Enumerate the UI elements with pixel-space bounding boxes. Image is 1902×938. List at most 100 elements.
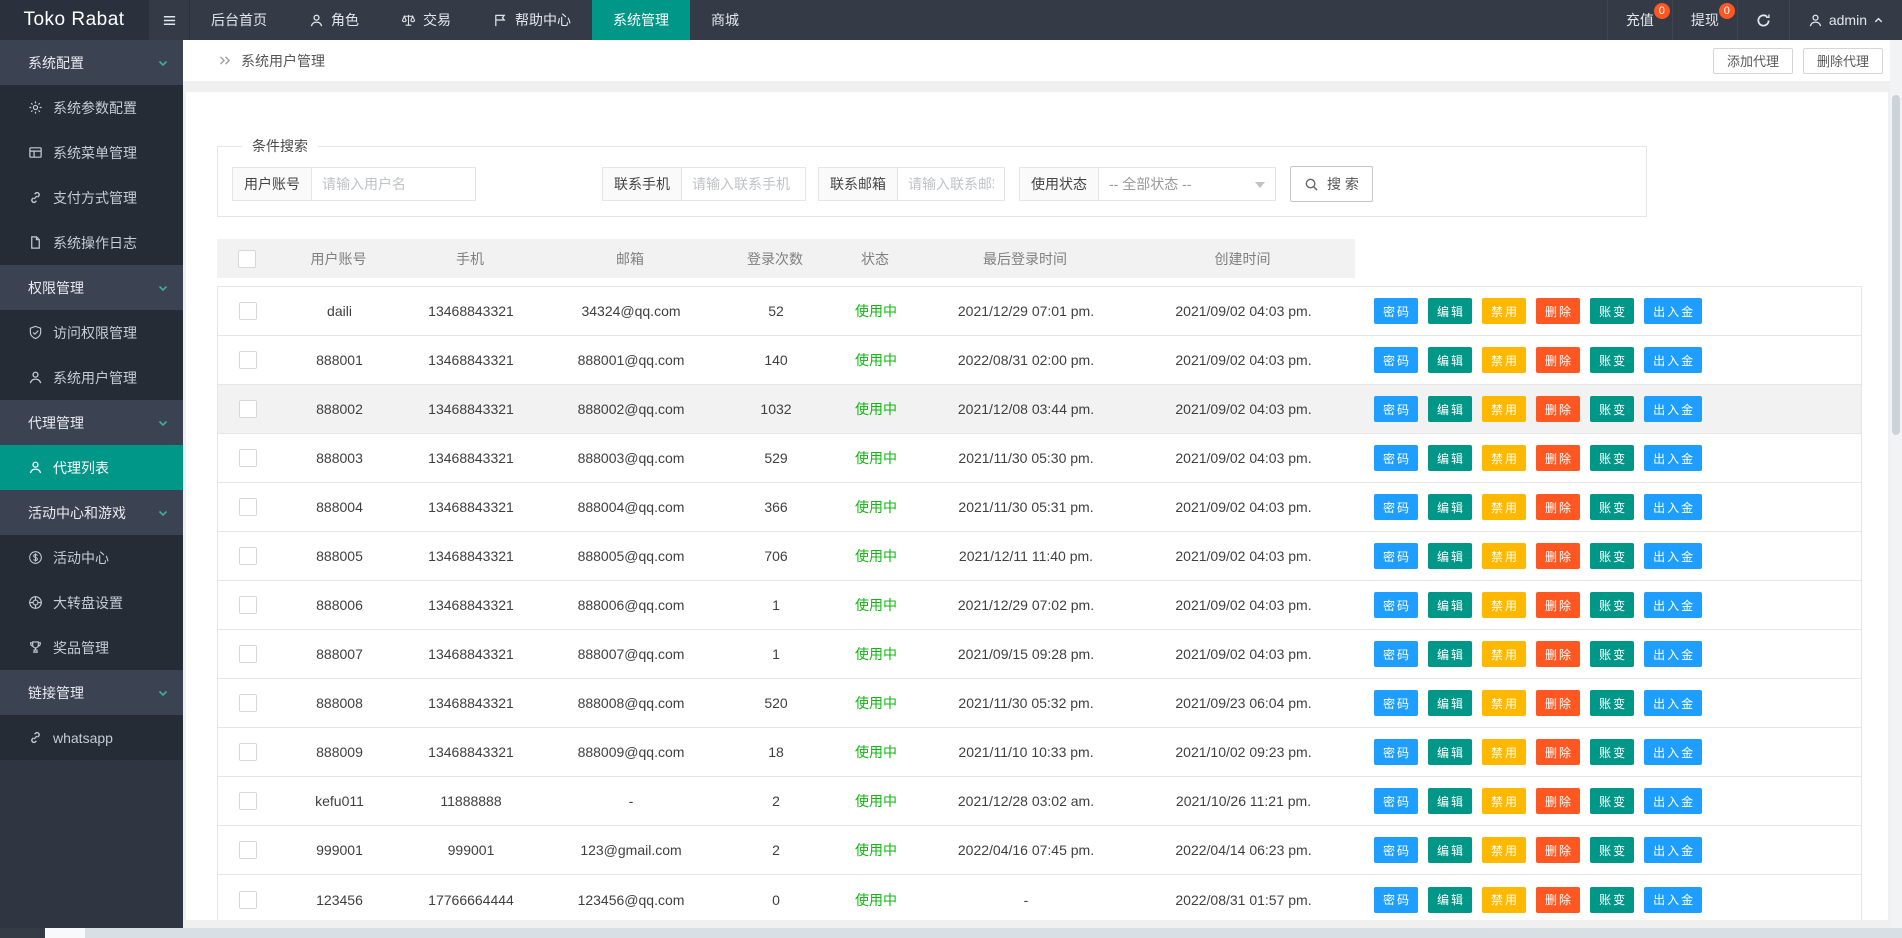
- deposit-withdraw-button[interactable]: 出入金: [1644, 396, 1702, 422]
- edit-button[interactable]: 编辑: [1428, 494, 1472, 520]
- balance-change-button[interactable]: 账变: [1590, 690, 1634, 716]
- sidebar-item-wheel-settings[interactable]: 大转盘设置: [0, 580, 183, 625]
- sidebar-item-activity-center[interactable]: 活动中心: [0, 535, 183, 580]
- deposit-withdraw-button[interactable]: 出入金: [1644, 347, 1702, 373]
- password-button[interactable]: 密码: [1374, 690, 1418, 716]
- sidebar-item-agent-list[interactable]: 代理列表: [0, 445, 183, 490]
- email-input[interactable]: [897, 167, 1005, 201]
- balance-change-button[interactable]: 账变: [1590, 739, 1634, 765]
- balance-change-button[interactable]: 账变: [1590, 396, 1634, 422]
- disable-button[interactable]: 禁用: [1482, 396, 1526, 422]
- password-button[interactable]: 密码: [1374, 543, 1418, 569]
- delete-button[interactable]: 删除: [1536, 837, 1580, 863]
- vertical-scrollbar-thumb[interactable]: [1892, 95, 1900, 435]
- sidebar-item-pay-methods[interactable]: 支付方式管理: [0, 175, 183, 220]
- password-button[interactable]: 密码: [1374, 347, 1418, 373]
- delete-button[interactable]: 删除: [1536, 298, 1580, 324]
- account-input[interactable]: [311, 167, 476, 201]
- disable-button[interactable]: 禁用: [1482, 837, 1526, 863]
- delete-button[interactable]: 删除: [1536, 592, 1580, 618]
- delete-button[interactable]: 删除: [1536, 396, 1580, 422]
- row-checkbox[interactable]: [239, 743, 257, 761]
- balance-change-button[interactable]: 账变: [1590, 494, 1634, 520]
- disable-button[interactable]: 禁用: [1482, 543, 1526, 569]
- status-select[interactable]: -- 全部状态 --: [1098, 167, 1276, 201]
- deposit-withdraw-button[interactable]: 出入金: [1644, 592, 1702, 618]
- edit-button[interactable]: 编辑: [1428, 641, 1472, 667]
- delete-button[interactable]: 删除: [1536, 788, 1580, 814]
- delete-button[interactable]: 删除: [1536, 347, 1580, 373]
- vertical-scrollbar[interactable]: [1890, 40, 1902, 928]
- refresh[interactable]: [1737, 0, 1789, 40]
- horizontal-scrollbar-thumb[interactable]: [45, 928, 85, 938]
- edit-button[interactable]: 编辑: [1428, 396, 1472, 422]
- password-button[interactable]: 密码: [1374, 641, 1418, 667]
- disable-button[interactable]: 禁用: [1482, 445, 1526, 471]
- deposit-withdraw-button[interactable]: 出入金: [1644, 641, 1702, 667]
- delete-button[interactable]: 删除: [1536, 494, 1580, 520]
- edit-button[interactable]: 编辑: [1428, 739, 1472, 765]
- disable-button[interactable]: 禁用: [1482, 298, 1526, 324]
- password-button[interactable]: 密码: [1374, 788, 1418, 814]
- disable-button[interactable]: 禁用: [1482, 592, 1526, 618]
- deposit-withdraw-button[interactable]: 出入金: [1644, 494, 1702, 520]
- row-checkbox[interactable]: [239, 645, 257, 663]
- balance-change-button[interactable]: 账变: [1590, 298, 1634, 324]
- delete-button[interactable]: 删除: [1536, 445, 1580, 471]
- edit-button[interactable]: 编辑: [1428, 592, 1472, 618]
- balance-change-button[interactable]: 账变: [1590, 445, 1634, 471]
- delete-button[interactable]: 删除: [1536, 690, 1580, 716]
- row-checkbox[interactable]: [239, 841, 257, 859]
- deposit-withdraw-button[interactable]: 出入金: [1644, 739, 1702, 765]
- phone-input[interactable]: [681, 167, 806, 201]
- row-checkbox[interactable]: [239, 400, 257, 418]
- sidebar-item-access-perm[interactable]: 访问权限管理: [0, 310, 183, 355]
- deposit-withdraw-button[interactable]: 出入金: [1644, 298, 1702, 324]
- search-button[interactable]: 搜 索: [1290, 166, 1373, 202]
- add-agent-button[interactable]: 添加代理: [1713, 48, 1793, 74]
- password-button[interactable]: 密码: [1374, 445, 1418, 471]
- delete-button[interactable]: 删除: [1536, 543, 1580, 569]
- row-checkbox[interactable]: [239, 351, 257, 369]
- row-checkbox[interactable]: [239, 498, 257, 516]
- sidebar-group-sys-config[interactable]: 系统配置: [0, 40, 183, 85]
- app-logo[interactable]: Toko Rabat: [0, 0, 148, 40]
- disable-button[interactable]: 禁用: [1482, 641, 1526, 667]
- deposit-withdraw-button[interactable]: 出入金: [1644, 837, 1702, 863]
- delete-button[interactable]: 删除: [1536, 739, 1580, 765]
- topnav-roles[interactable]: 角色: [288, 0, 380, 40]
- disable-button[interactable]: 禁用: [1482, 739, 1526, 765]
- row-checkbox[interactable]: [239, 449, 257, 467]
- balance-change-button[interactable]: 账变: [1590, 887, 1634, 913]
- sidebar-item-sys-params[interactable]: 系统参数配置: [0, 85, 183, 130]
- balance-change-button[interactable]: 账变: [1590, 347, 1634, 373]
- deposit-withdraw-button[interactable]: 出入金: [1644, 543, 1702, 569]
- password-button[interactable]: 密码: [1374, 298, 1418, 324]
- password-button[interactable]: 密码: [1374, 739, 1418, 765]
- topnav-trade[interactable]: 交易: [380, 0, 472, 40]
- sidebar-item-op-logs[interactable]: 系统操作日志: [0, 220, 183, 265]
- sidebar-group-agent-mgmt[interactable]: 代理管理: [0, 400, 183, 445]
- deposit-withdraw-button[interactable]: 出入金: [1644, 788, 1702, 814]
- hamburger-button[interactable]: [148, 0, 190, 40]
- row-checkbox[interactable]: [239, 792, 257, 810]
- balance-change-button[interactable]: 账变: [1590, 592, 1634, 618]
- edit-button[interactable]: 编辑: [1428, 298, 1472, 324]
- password-button[interactable]: 密码: [1374, 396, 1418, 422]
- sidebar-group-activity-games[interactable]: 活动中心和游戏: [0, 490, 183, 535]
- delete-agent-button[interactable]: 删除代理: [1803, 48, 1883, 74]
- withdraw[interactable]: 提现0: [1672, 0, 1737, 40]
- recharge[interactable]: 充值0: [1607, 0, 1672, 40]
- balance-change-button[interactable]: 账变: [1590, 641, 1634, 667]
- edit-button[interactable]: 编辑: [1428, 690, 1472, 716]
- edit-button[interactable]: 编辑: [1428, 837, 1472, 863]
- topnav-system-mgmt[interactable]: 系统管理: [592, 0, 690, 40]
- disable-button[interactable]: 禁用: [1482, 887, 1526, 913]
- edit-button[interactable]: 编辑: [1428, 887, 1472, 913]
- sidebar-item-sys-menu[interactable]: 系统菜单管理: [0, 130, 183, 175]
- admin-menu[interactable]: admin: [1789, 0, 1902, 40]
- topnav-home[interactable]: 后台首页: [190, 0, 288, 40]
- deposit-withdraw-button[interactable]: 出入金: [1644, 690, 1702, 716]
- balance-change-button[interactable]: 账变: [1590, 788, 1634, 814]
- disable-button[interactable]: 禁用: [1482, 690, 1526, 716]
